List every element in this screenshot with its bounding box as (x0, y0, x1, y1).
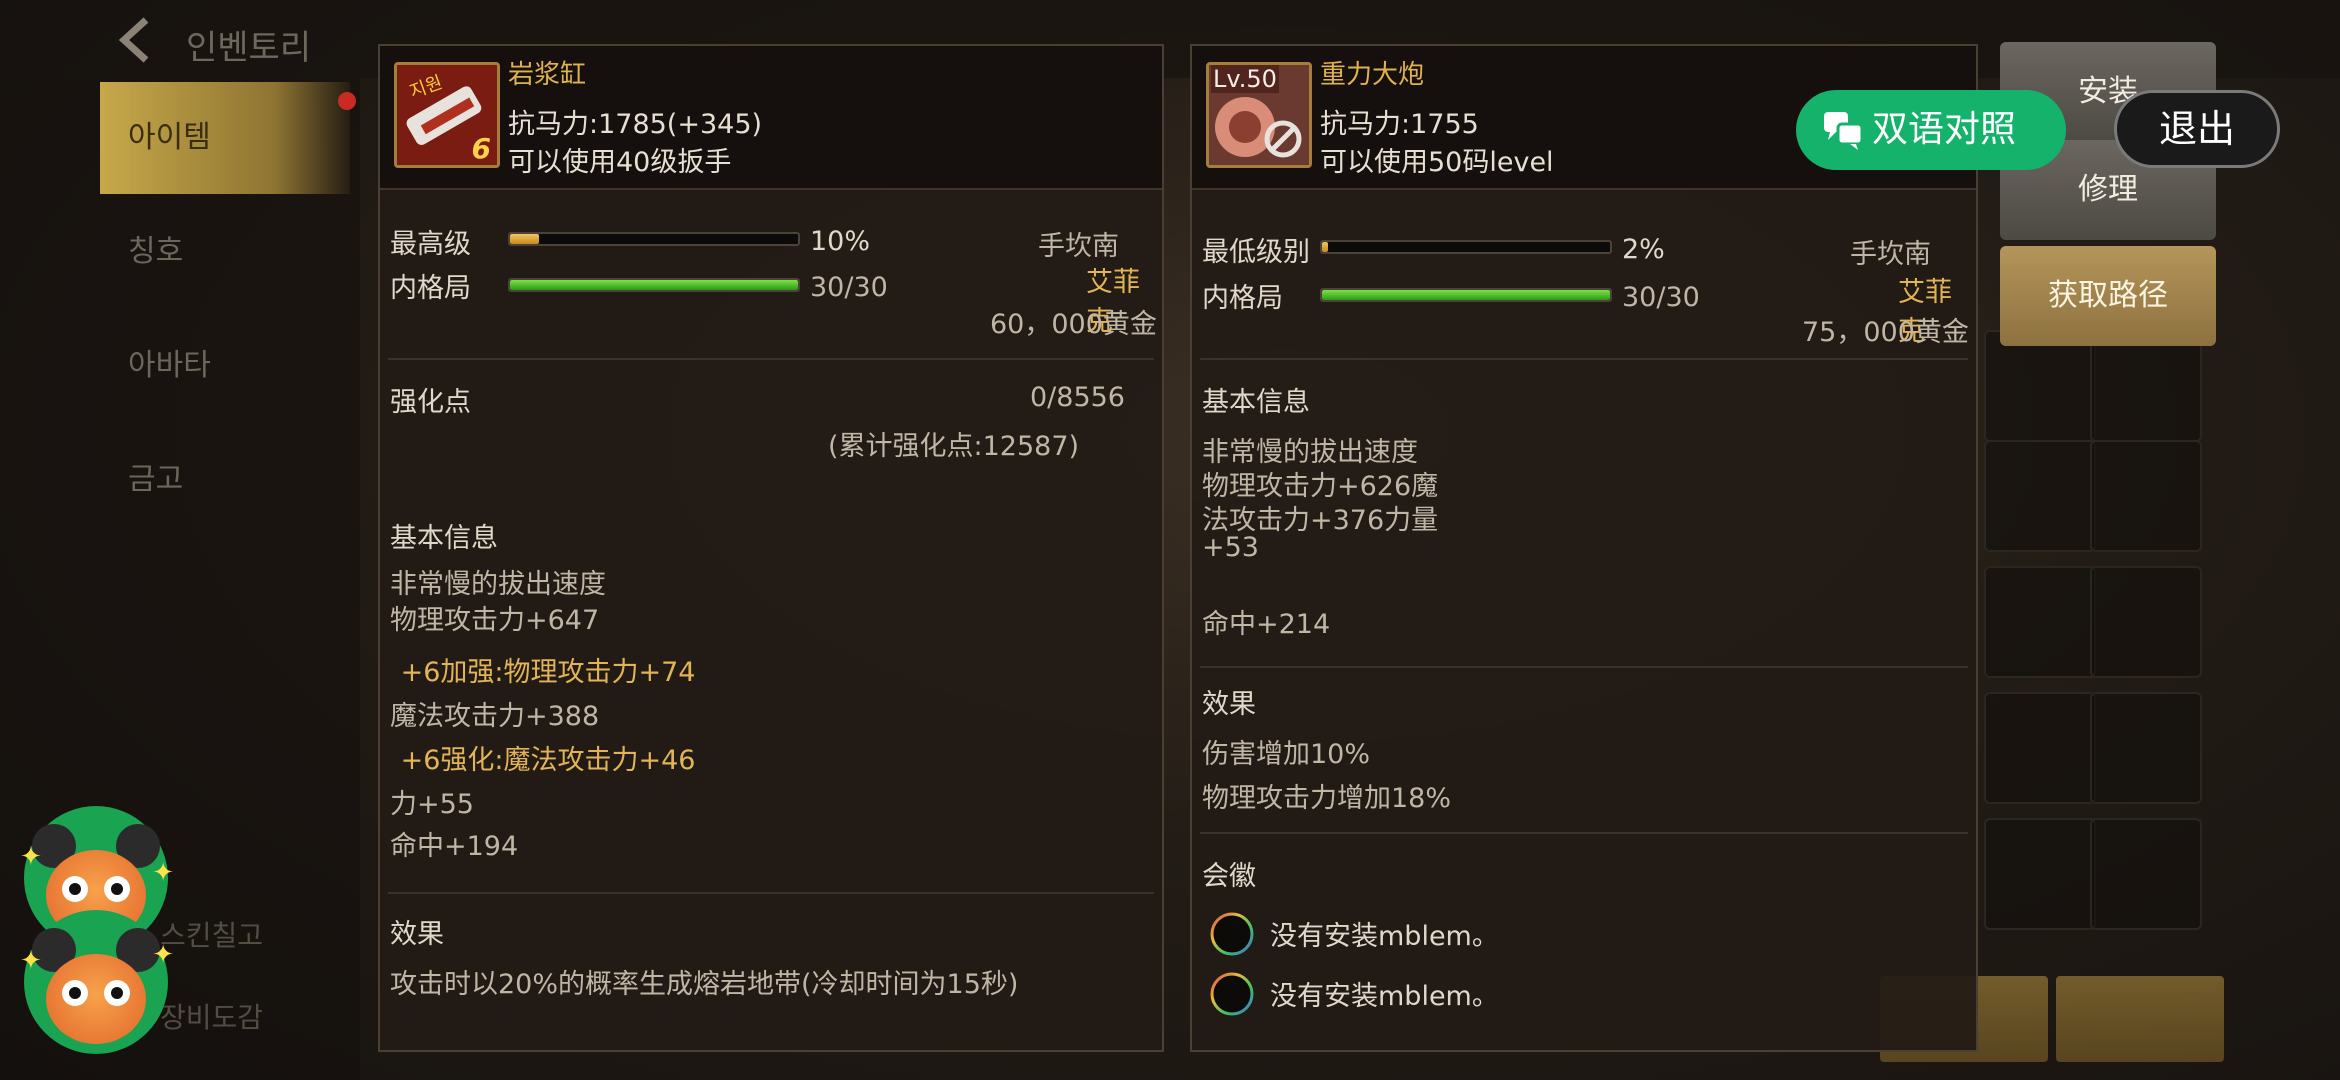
sparkle-icon: ✦ (152, 858, 174, 888)
durability-bar (508, 278, 800, 292)
inventory-slot[interactable] (2090, 330, 2202, 442)
basic-info-label: 基本信息 (1202, 387, 1310, 418)
bar1-value: 10% (810, 226, 871, 257)
sidebar-skin-button[interactable]: 스킨칠고 (160, 914, 263, 954)
enhance-bonus-line: +6加强:物理攻击力+74 (392, 657, 696, 688)
mascot-face-icon (46, 954, 146, 1044)
sidebar-tab-title[interactable]: 칭호 (100, 196, 350, 308)
sparkle-icon: ✦ (20, 946, 42, 976)
bar1-label: 最低级别 (1202, 237, 1310, 268)
item-stat-line: 抗马力:1785(+345) (508, 109, 763, 140)
inventory-slot[interactable] (2090, 818, 2202, 930)
emblem-slot-text: 没有安装mblem。 (1270, 981, 1499, 1012)
exit-button[interactable]: 退出 (2114, 90, 2280, 168)
floating-assistant-bubble[interactable]: ✦ ✦ (20, 910, 174, 1054)
bar2-value: 30/30 (1622, 282, 1700, 313)
sparkle-icon: ✦ (20, 842, 42, 872)
item-usage-line: 可以使用50码level (1320, 147, 1554, 178)
back-arrow-icon[interactable] (112, 14, 164, 66)
divider (388, 892, 1154, 894)
effect-label: 效果 (1202, 689, 1256, 720)
basic-line: 魔法攻击力+388 (390, 701, 600, 732)
item-name: 重力大炮 (1320, 60, 1425, 90)
item-icon-level-badge: 6 (471, 132, 491, 165)
basic-line: 物理攻击力+647 (390, 605, 600, 636)
bar1-label: 最高级 (390, 229, 471, 260)
enhance-bonus-line: +6强化:魔法攻击力+46 (392, 745, 696, 776)
basic-line: +53 (1202, 532, 1259, 563)
effect-line: 伤害增加10% (1202, 739, 1371, 770)
emblem-slot-icon (1210, 972, 1254, 1016)
item-tooltip-right: Lv.50 重力大炮 抗马力:1755 可以使用50码level 最低级别 2%… (1190, 44, 1978, 1052)
inventory-slot[interactable] (1984, 330, 2096, 442)
inventory-slot[interactable] (2090, 692, 2202, 804)
inventory-slot[interactable] (1984, 692, 2096, 804)
divider (1200, 358, 1968, 360)
game-top-bar (0, 0, 2340, 78)
sparkle-icon: ✦ (152, 940, 174, 970)
inventory-slot[interactable] (1984, 566, 2096, 678)
divider (388, 358, 1154, 360)
item-type: 手坎南 (1038, 231, 1119, 262)
enhance-value: 0/8556 (1030, 382, 1125, 413)
item-icon-level-text: Lv.50 (1211, 65, 1279, 93)
grade-bar (1320, 240, 1612, 254)
inventory-slot[interactable] (2090, 566, 2202, 678)
item-stat-line: 抗马力:1755 (1320, 109, 1479, 140)
grade-bar-fill (510, 234, 539, 244)
emblem-label: 会徽 (1202, 861, 1256, 892)
enhance-total: (累计强化点:12587) (828, 431, 1080, 462)
item-icon-lava-cannon: 지원 6 (394, 62, 500, 168)
effect-label: 效果 (390, 919, 444, 950)
grade-bar-fill (1322, 242, 1328, 252)
item-name: 岩浆缸 (508, 60, 587, 90)
sidebar-codex-button[interactable]: 장비도감 (160, 996, 263, 1036)
effect-line: 攻击时以20%的概率生成熔岩地带(冷却时间为15秒) (390, 969, 1019, 1000)
sidebar-tab-vault[interactable]: 금고 (100, 424, 350, 536)
item-usage-line: 可以使用40级扳手 (508, 147, 732, 178)
basic-line: 命中+194 (390, 831, 519, 862)
inventory-slot[interactable] (2090, 440, 2202, 552)
item-price: 75，000黄金 (1802, 317, 1969, 348)
basic-line: 命中+214 (1202, 609, 1331, 640)
bilingual-label: 双语对照 (1872, 109, 2017, 150)
item-price: 60，000黄金 (990, 309, 1157, 340)
inventory-slot[interactable] (1984, 440, 2096, 552)
bar2-value: 30/30 (810, 272, 888, 303)
chat-bubbles-icon (1824, 112, 1864, 150)
emblem-slot-icon (1210, 912, 1254, 956)
item-icon-gravity-cannon: Lv.50 (1206, 62, 1312, 168)
enhance-label: 强化点 (390, 387, 471, 418)
item-tooltip-left: 지원 6 岩浆缸 抗马力:1785(+345) 可以使用40级扳手 最高级 10… (378, 44, 1164, 1052)
bar2-label: 内格局 (1202, 283, 1283, 314)
basic-info-label: 基本信息 (390, 523, 498, 554)
bilingual-compare-button[interactable]: 双语对照 (1796, 90, 2066, 170)
bar1-value: 2% (1622, 234, 1665, 265)
effect-line: 物理攻击力增加18% (1202, 783, 1452, 814)
bottom-action-button[interactable] (2056, 976, 2224, 1062)
grade-bar (508, 232, 800, 246)
sidebar-tab-items[interactable]: 아이템 (100, 82, 350, 194)
notification-dot (338, 92, 356, 110)
divider (1200, 666, 1968, 668)
inventory-slot[interactable] (1984, 818, 2096, 930)
inventory-title: 인벤토리 (186, 28, 312, 68)
sidebar-tab-avatar[interactable]: 아바타 (100, 310, 350, 422)
durability-bar-fill (1322, 290, 1610, 300)
bar2-label: 内格局 (390, 273, 471, 304)
durability-bar-fill (510, 280, 798, 290)
durability-bar (1320, 288, 1612, 302)
basic-line: 非常慢的拔出速度 (390, 569, 606, 600)
divider (1200, 832, 1968, 834)
basic-line: 力+55 (390, 789, 474, 820)
item-type: 手坎南 (1850, 239, 1931, 270)
get-path-button[interactable]: 获取路径 (2000, 246, 2216, 346)
emblem-slot-text: 没有安装mblem。 (1270, 921, 1499, 952)
